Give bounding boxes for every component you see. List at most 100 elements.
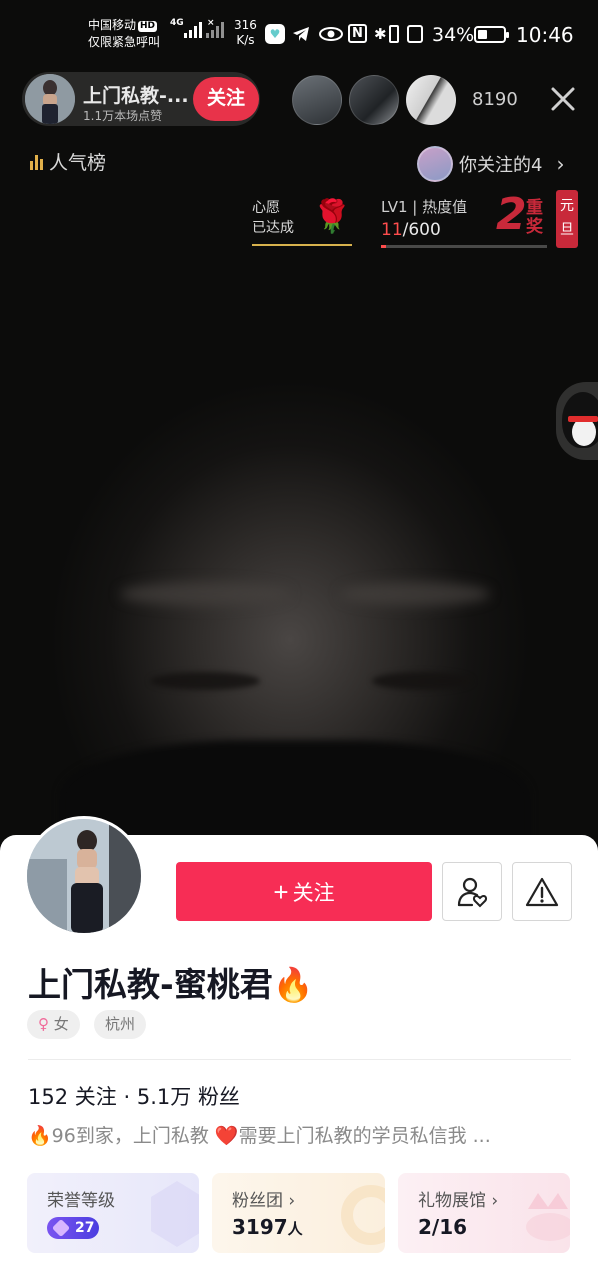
- following-label: 关注: [74, 1085, 117, 1109]
- status-bar: 中国移动 HD 仅限紧急呼叫 4G × 316 K/s ♥ N ✱ 34% 10:…: [0, 0, 598, 64]
- heat-title-text: 热度值: [422, 198, 468, 216]
- honor-gem-decoration-icon: [151, 1181, 199, 1247]
- viewer-avatar-3[interactable]: [406, 75, 456, 125]
- battery-icon: [474, 26, 509, 43]
- followers-label: 粉丝: [197, 1085, 240, 1109]
- profile-avatar[interactable]: [24, 816, 144, 936]
- net-speed: 316 K/s: [234, 18, 257, 48]
- bio-fire-icon: 🔥: [28, 1125, 52, 1147]
- signal-2-icon: [206, 22, 224, 38]
- profile-bio[interactable]: 🔥96到家，上门私教 ❤️需要上门私教的学员私信我 ...: [28, 1121, 491, 1148]
- video-eye-right: [372, 672, 472, 690]
- wish-text: 心愿 已达成: [252, 198, 294, 238]
- qq-penguin-icon: [562, 392, 598, 448]
- carrier-emergency-text: 仅限紧急呼叫: [88, 35, 161, 49]
- nfc-icon: N: [348, 24, 367, 43]
- stats-separator: ·: [123, 1085, 131, 1109]
- heat-value: 11/600: [381, 220, 441, 240]
- heat-progress-bar: [381, 245, 547, 248]
- host-name: 上门私教-...: [83, 85, 189, 107]
- net-speed-value: 316: [234, 18, 257, 32]
- ranking-label: 人气榜: [49, 152, 107, 174]
- wish-line2: 已达成: [252, 220, 294, 236]
- viewer-avatar-1[interactable]: [292, 75, 342, 125]
- bio-text-2: 需要上门私教的学员私信我 ...: [238, 1125, 491, 1147]
- app-heart-icon: ♥: [265, 24, 285, 44]
- new-year-tag[interactable]: 元旦: [556, 190, 578, 248]
- honor-level-card[interactable]: 荣誉等级 27: [27, 1173, 199, 1253]
- network-type: 4G: [170, 18, 184, 28]
- live-video-frame[interactable]: [0, 0, 598, 880]
- carrier-name: 中国移动: [88, 18, 137, 32]
- gift-value: 2/16: [418, 1215, 468, 1239]
- profile-stats[interactable]: 152 关注 · 5.1万 粉丝: [28, 1081, 240, 1111]
- profile-name-text: 上门私教-蜜桃君: [28, 965, 273, 1004]
- followed-label: 你关注的4: [459, 155, 543, 176]
- header-follow-button[interactable]: 关注: [193, 77, 259, 121]
- female-icon: ♀: [38, 1015, 49, 1033]
- qq-floating-button[interactable]: [556, 382, 598, 460]
- following-count: 152: [28, 1085, 69, 1109]
- bio-heart-icon: ❤️: [214, 1125, 239, 1147]
- gift-gallery-card[interactable]: 礼物展馆 › 2/16: [398, 1173, 570, 1253]
- heat-level: LV1: [381, 198, 408, 216]
- fan-ring-decoration-icon: [341, 1185, 385, 1245]
- divider: [28, 1059, 571, 1060]
- hd-badge: HD: [138, 21, 158, 32]
- profile-follow-button[interactable]: + 关注: [176, 862, 432, 921]
- gender-tag: ♀ 女: [27, 1010, 80, 1039]
- gift-crown-decoration-icon: [526, 1193, 570, 1241]
- signal-icon: [184, 22, 202, 38]
- gem-icon: [51, 1218, 71, 1238]
- fans-value: 3197人: [232, 1215, 303, 1239]
- fan-club-button[interactable]: [442, 862, 502, 921]
- viewer-avatar-2[interactable]: [349, 75, 399, 125]
- user-heart-icon: [457, 877, 488, 907]
- bio-text: 96到家，上门私教: [51, 1125, 209, 1147]
- close-icon[interactable]: [548, 84, 578, 114]
- viewer-count[interactable]: 8190: [472, 89, 518, 110]
- bluetooth-icon: ✱: [374, 25, 387, 43]
- sim-icon: [407, 25, 423, 43]
- followed-users-entry[interactable]: 你关注的4 ›: [417, 145, 564, 183]
- popularity-ranking[interactable]: 人气榜: [30, 148, 106, 175]
- battery-percent: 34%: [432, 24, 475, 46]
- followers-count: 5.1万: [136, 1085, 192, 1109]
- fans-unit: 人: [287, 1220, 303, 1238]
- telegram-icon: [293, 27, 309, 41]
- gift-title: 礼物展馆 ›: [418, 1191, 499, 1211]
- honor-level-value: 27: [75, 1220, 95, 1236]
- rose-icon: 🌹: [312, 197, 352, 235]
- event-badge[interactable]: 2 重奖: [496, 189, 552, 243]
- host-likes: 1.1万本场点赞: [83, 109, 163, 123]
- video-brow-right: [340, 582, 490, 606]
- event-badge-text: 重奖: [526, 198, 543, 237]
- vibrate-icon: [389, 25, 399, 43]
- heat-current: 11: [381, 220, 403, 240]
- city-tag: 杭州: [94, 1010, 147, 1039]
- clock: 10:46: [516, 23, 574, 47]
- fan-club-card[interactable]: 粉丝团 › 3197人: [212, 1173, 385, 1253]
- report-button[interactable]: [512, 862, 572, 921]
- followed-user-avatar: [417, 146, 453, 182]
- video-brow-left: [120, 582, 290, 606]
- gender-label: 女: [53, 1015, 69, 1033]
- heat-progress-fill: [381, 245, 386, 248]
- net-speed-unit: K/s: [236, 33, 255, 47]
- ranking-bars-icon: [30, 154, 43, 170]
- video-eye-left: [150, 672, 260, 690]
- event-badge-number: 2: [496, 189, 527, 240]
- heat-total: /600: [402, 220, 441, 240]
- honor-title: 荣誉等级: [47, 1191, 115, 1211]
- wish-progress-bar: [252, 244, 352, 246]
- host-avatar[interactable]: [25, 74, 75, 124]
- warning-icon: [525, 877, 559, 906]
- honor-level-badge: 27: [47, 1217, 99, 1239]
- fans-count: 3197: [232, 1215, 288, 1239]
- profile-follow-label: 关注: [292, 881, 335, 905]
- fire-icon: 🔥: [272, 965, 314, 1004]
- profile-name: 上门私教-蜜桃君🔥: [28, 958, 314, 1006]
- wish-card[interactable]: 心愿 已达成 🌹: [252, 194, 352, 250]
- eye-icon: [319, 27, 343, 41]
- plus-icon: +: [273, 876, 289, 907]
